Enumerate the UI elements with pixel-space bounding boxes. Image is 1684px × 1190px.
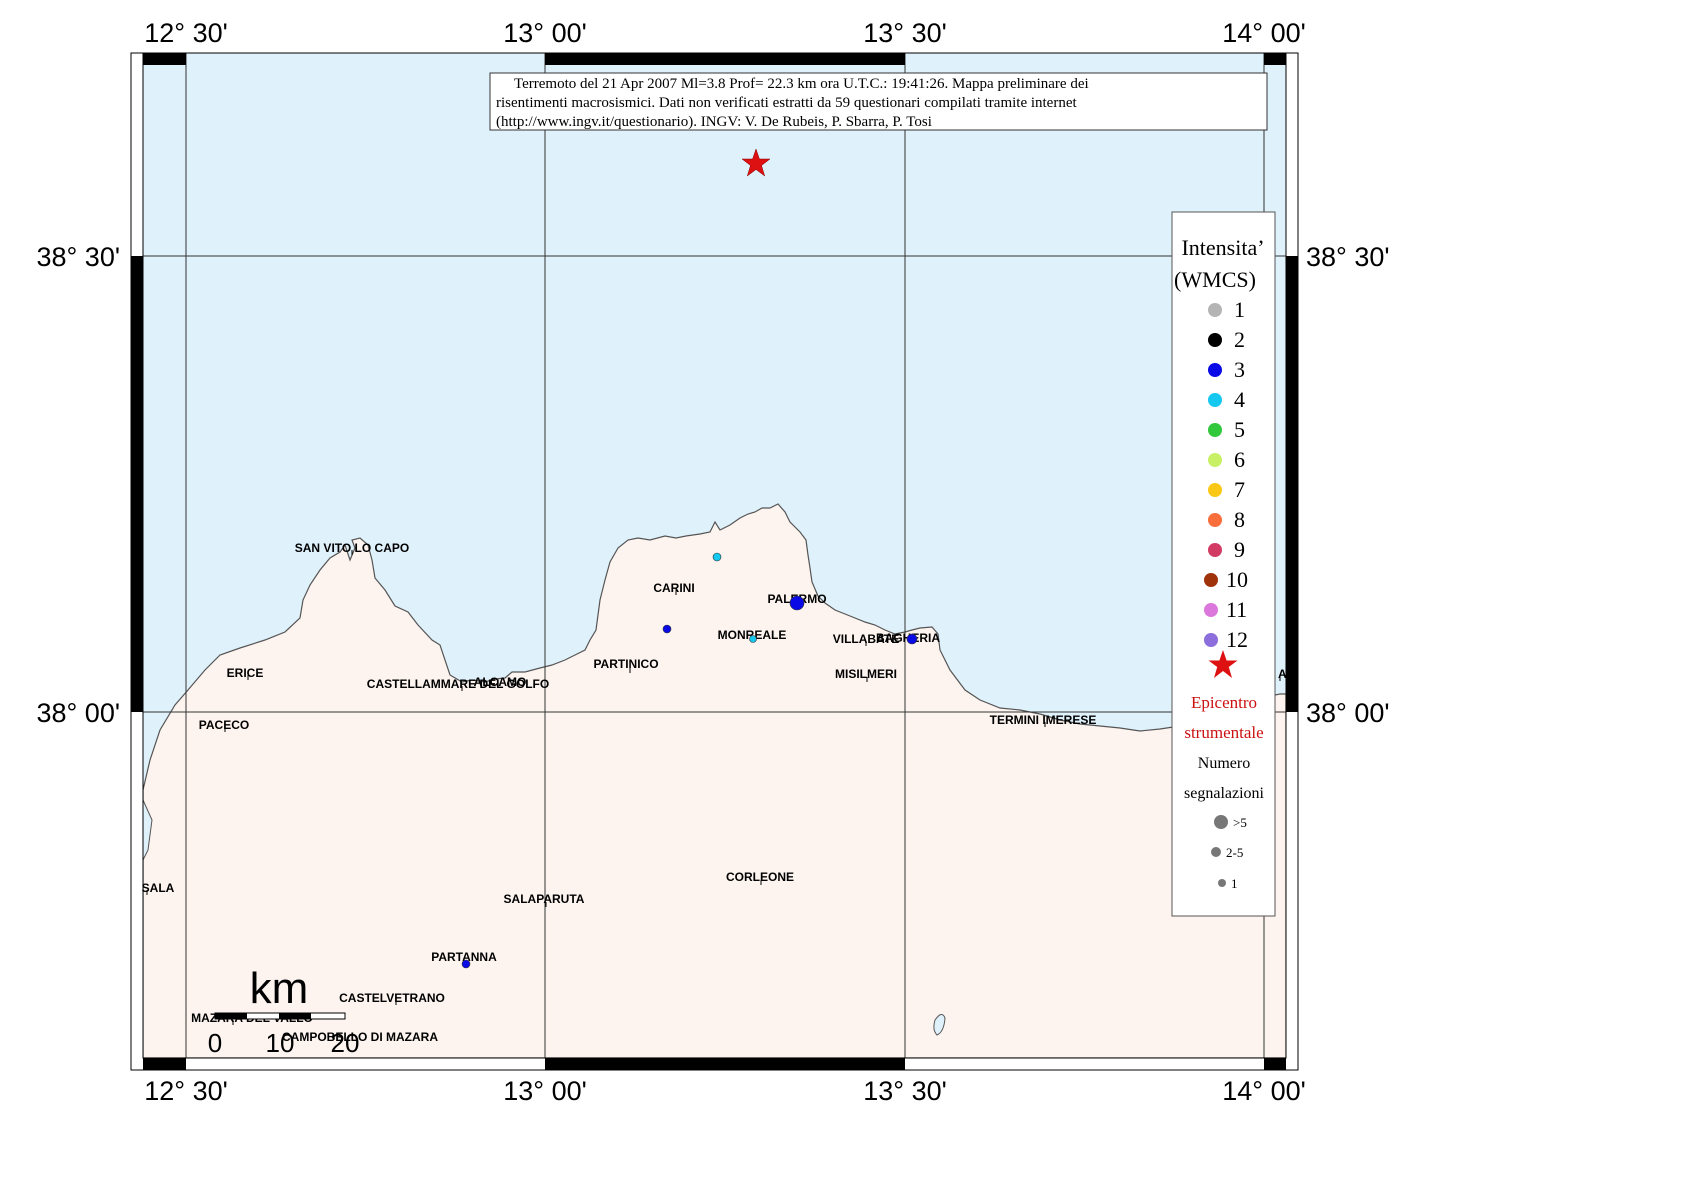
legend: Intensita’ (WMCS) 123456789101112 Epicen… (1171, 211, 1276, 917)
legend-intensity-label: 8 (1234, 507, 1245, 532)
town: AL (1278, 667, 1294, 681)
legend-count-title: Numero (1198, 755, 1250, 772)
legend-intensity-label: 12 (1226, 627, 1248, 652)
town-label: SAN VITO LO CAPO (295, 541, 409, 555)
town-label: AL (1278, 667, 1294, 681)
legend-intensity-swatch (1208, 483, 1222, 497)
legend-intensity-label: 10 (1226, 567, 1248, 592)
legend-intensity-label: 9 (1234, 537, 1245, 562)
info-line: risentimenti macrosismici. Dati non veri… (496, 95, 1077, 111)
legend-title: Intensita’ (1181, 235, 1264, 260)
lat-label: 38° 00' (1306, 698, 1390, 728)
legend-intensity-label: 1 (1234, 297, 1245, 322)
town: SAN VITO LO CAPO (295, 541, 409, 555)
longitude-labels-top: 12° 30' 13° 00' 13° 30' 14° 00' (144, 18, 1306, 48)
town-label: CARINI (653, 581, 694, 595)
legend-title: (WMCS) (1174, 267, 1256, 292)
town: MISILMERI (835, 667, 897, 682)
town-label: MISILMERI (835, 667, 897, 681)
lon-label: 13° 00' (503, 1076, 587, 1106)
scale-tick: 20 (331, 1028, 360, 1058)
legend-intensity-swatch (1208, 393, 1222, 407)
info-line: Terremoto del 21 Apr 2007 Ml=3.8 Prof= 2… (514, 76, 1089, 92)
lat-label: 38° 00' (36, 698, 120, 728)
legend-intensity-swatch (1208, 513, 1222, 527)
legend-intensity-swatch (1208, 303, 1222, 317)
lon-label: 13° 00' (503, 18, 587, 48)
town-label: ERICE (227, 666, 264, 680)
observation-point (749, 635, 757, 643)
town: PACECO (199, 718, 249, 732)
scale-tick: 10 (266, 1028, 295, 1058)
town: ERICE (227, 666, 264, 680)
legend-intensity-label: 4 (1234, 387, 1245, 412)
lat-label: 38° 30' (36, 242, 120, 272)
scale-unit: km (250, 964, 309, 1013)
legend-count-title: segnalazioni (1184, 785, 1265, 802)
town: CORLEONE (726, 870, 794, 885)
legend-epicenter-label: strumentale (1184, 723, 1263, 742)
observation-point (461, 959, 471, 969)
legend-intensity-swatch (1204, 633, 1218, 647)
lon-label: 13° 30' (863, 18, 947, 48)
town: CARINI (653, 581, 695, 595)
town: CASTELVETRANO (339, 991, 445, 1005)
legend-size-label: >5 (1233, 815, 1247, 830)
legend-intensity-swatch (1208, 453, 1222, 467)
legend-size-medium (1211, 847, 1221, 857)
observation-point (906, 633, 918, 645)
town-label: SALA (142, 881, 175, 895)
town: CAMPOBELLO DI MAZARA (282, 1030, 438, 1044)
lat-label: 38° 30' (1306, 242, 1390, 272)
legend-size-label: 1 (1231, 876, 1238, 891)
legend-intensity-swatch (1208, 363, 1222, 377)
legend-size-label: 2-5 (1226, 845, 1243, 860)
legend-intensity-swatch (1208, 543, 1222, 557)
legend-intensity-label: 6 (1234, 447, 1245, 472)
scale-tick: 0 (208, 1028, 222, 1058)
legend-size-small (1218, 879, 1226, 887)
legend-intensity-swatch (1204, 603, 1218, 617)
info-line: (http://www.ingv.it/questionario). INGV:… (496, 114, 932, 130)
legend-epicenter-label: Epicentro (1191, 693, 1257, 712)
macroseismic-map: 12° 30' 13° 00' 13° 30' 14° 00' 12° 30' … (36, 18, 1390, 1106)
town-label: SALAPARUTA (504, 892, 585, 906)
town-label: PACECO (199, 718, 249, 732)
town: TERMINI IMERESE (990, 713, 1097, 727)
town-label: CAMPOBELLO DI MAZARA (282, 1030, 438, 1044)
lon-label: 14° 00' (1222, 1076, 1306, 1106)
town: SALA (142, 881, 175, 895)
lon-label: 13° 30' (863, 1076, 947, 1106)
lon-label: 14° 00' (1222, 18, 1306, 48)
legend-intensity-swatch (1208, 333, 1222, 347)
town: CASTELLAMMARE DEL GOLFO (367, 677, 549, 691)
town-label: CASTELVETRANO (339, 991, 445, 1005)
town: PARTINICO (593, 657, 659, 673)
observation-point (789, 595, 805, 611)
legend-intensity-label: 7 (1234, 477, 1245, 502)
town-label: CASTELLAMMARE DEL GOLFO (367, 677, 549, 691)
town-label: CORLEONE (726, 870, 794, 884)
town: SALAPARUTA (504, 892, 585, 907)
legend-intensity-swatch (1208, 423, 1222, 437)
legend-intensity-label: 2 (1234, 327, 1245, 352)
legend-size-large (1214, 815, 1228, 829)
observation-point (662, 624, 672, 634)
legend-intensity-swatch (1204, 573, 1218, 587)
lon-label: 12° 30' (144, 1076, 228, 1106)
info-box: Terremoto del 21 Apr 2007 Ml=3.8 Prof= 2… (489, 72, 1268, 131)
town-label: PARTINICO (593, 657, 658, 671)
observation-point (712, 552, 722, 562)
legend-intensity-label: 3 (1234, 357, 1245, 382)
lon-label: 12° 30' (144, 18, 228, 48)
legend-intensity-label: 5 (1234, 417, 1245, 442)
legend-intensity-label: 11 (1226, 597, 1247, 622)
town-label: TERMINI IMERESE (990, 713, 1097, 727)
longitude-labels-bottom: 12° 30' 13° 00' 13° 30' 14° 00' (144, 1076, 1306, 1106)
